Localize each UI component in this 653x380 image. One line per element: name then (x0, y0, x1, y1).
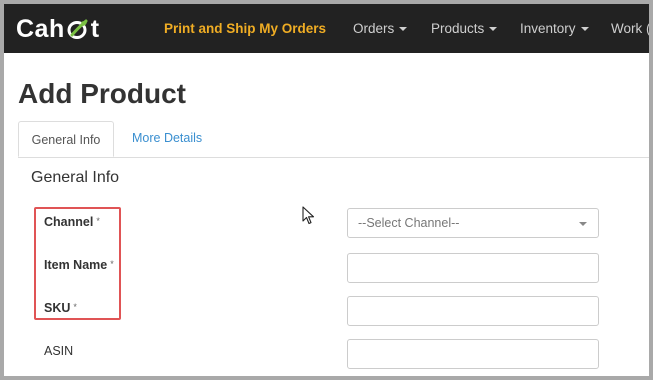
nav-inventory[interactable]: Inventory (520, 21, 589, 36)
section-title: General Info (31, 169, 120, 186)
mouse-pointer-icon (302, 206, 315, 225)
item-name-input[interactable] (347, 253, 599, 283)
chevron-down-icon (489, 27, 498, 32)
sku-label: SKU * (44, 301, 77, 315)
chevron-down-icon (580, 27, 589, 32)
item-name-label: Item Name * (44, 258, 114, 272)
nav-print-and-ship-label: Print and Ship My Orders (164, 21, 327, 36)
nav-work-label: Work ( (611, 21, 649, 36)
nav-orders[interactable]: Orders (353, 21, 408, 36)
page-title: Add Product (18, 78, 186, 109)
nav-work[interactable]: Work ( (611, 21, 649, 36)
required-marker: * (110, 259, 114, 269)
required-marker: * (73, 302, 77, 312)
nav-print-and-ship[interactable]: Print and Ship My Orders (164, 21, 326, 36)
app-window: Cah t Print and Ship My Orders Orders Pr… (4, 4, 649, 376)
required-marker: * (96, 216, 100, 226)
logo-text-suffix: t (90, 14, 100, 43)
nav-orders-label: Orders (353, 21, 395, 36)
item-name-label-text: Item Name (44, 258, 108, 272)
tab-more-details[interactable]: More Details (132, 131, 202, 145)
nav-inventory-label: Inventory (520, 21, 576, 36)
channel-select[interactable]: --Select Channel-- (347, 208, 599, 238)
asin-label: ASIN (44, 344, 74, 358)
channel-label: Channel * (44, 215, 100, 229)
tabs-divider (18, 157, 649, 158)
top-navbar: Cah t Print and Ship My Orders Orders Pr… (4, 4, 649, 53)
channel-label-text: Channel (44, 215, 94, 229)
nav-products-label: Products (431, 21, 485, 36)
nav-products[interactable]: Products (431, 21, 498, 36)
chevron-down-icon (399, 27, 408, 32)
tab-general-info[interactable]: General Info (18, 121, 114, 157)
logo-text-prefix: Cah (16, 14, 65, 43)
leaf-o-icon (67, 19, 88, 39)
sku-label-text: SKU (44, 301, 71, 315)
brand-logo[interactable]: Cah t (16, 14, 100, 44)
asin-input[interactable] (347, 339, 599, 369)
channel-select-value: --Select Channel-- (358, 216, 460, 230)
chevron-down-icon (579, 222, 587, 226)
sku-input[interactable] (347, 296, 599, 326)
